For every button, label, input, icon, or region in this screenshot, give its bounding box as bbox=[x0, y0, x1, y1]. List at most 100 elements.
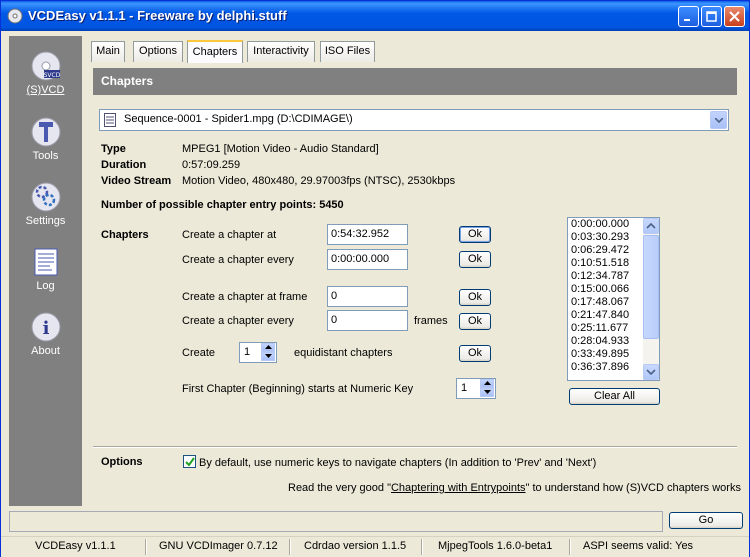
status-bar: VCDEasy v1.1.1 GNU VCDImager 0.7.12 Cdrd… bbox=[1, 536, 749, 557]
maximize-button[interactable] bbox=[701, 6, 722, 27]
status-divider bbox=[421, 539, 423, 555]
spin-up-button[interactable] bbox=[480, 379, 494, 388]
sidebar-item-svcd[interactable]: SVCD (S)VCD bbox=[9, 50, 82, 96]
status-cdrdao: Cdrdao version 1.1.5 bbox=[304, 540, 407, 552]
sequence-select[interactable]: Sequence-0001 - Spider1.mpg (D:\CDIMAGE\… bbox=[99, 109, 729, 131]
panel-title: Chapters bbox=[93, 68, 737, 95]
tools-icon bbox=[31, 117, 60, 147]
arrow-up-icon bbox=[484, 381, 491, 385]
tab-interactivity[interactable]: Interactivity bbox=[247, 41, 315, 62]
type-value: MPEG1 [Motion Video - Audio Standard] bbox=[182, 143, 379, 155]
sidebar-item-label: Log bbox=[36, 280, 55, 292]
sequence-select-value: Sequence-0001 - Spider1.mpg (D:\CDIMAGE\… bbox=[124, 113, 353, 125]
first-chapter-key-spinner[interactable]: 1 bbox=[456, 378, 496, 399]
chapters-section-label: Chapters bbox=[101, 229, 149, 241]
equidistant-count-value: 1 bbox=[244, 346, 251, 358]
chevron-down-icon bbox=[715, 118, 723, 123]
maximize-icon bbox=[706, 11, 717, 22]
sidebar-item-label: Tools bbox=[32, 150, 59, 162]
spin-up-button[interactable] bbox=[261, 343, 275, 352]
chevron-up-icon bbox=[646, 222, 656, 229]
status-mjpegtools: MjpegTools 1.6.0-beta1 bbox=[438, 540, 553, 552]
sidebar-item-settings[interactable]: Settings bbox=[9, 181, 82, 227]
sidebar: SVCD (S)VCD Tools Settings Log i About bbox=[9, 36, 82, 506]
status-version: VCDEasy v1.1.1 bbox=[35, 540, 116, 552]
progress-field bbox=[9, 511, 663, 532]
tab-main[interactable]: Main bbox=[91, 41, 125, 62]
sidebar-item-label: About bbox=[31, 345, 60, 357]
arrow-up-icon bbox=[265, 345, 272, 349]
create-label: Create bbox=[182, 347, 216, 359]
ok-button-at[interactable]: Ok bbox=[459, 226, 491, 243]
video-stream-value: Motion Video, 480x480, 29.97003fps (NTSC… bbox=[182, 175, 456, 187]
close-icon bbox=[729, 11, 740, 22]
go-button[interactable]: Go bbox=[669, 512, 743, 529]
ok-button-at-frame[interactable]: Ok bbox=[459, 289, 491, 306]
chapter-every-frames-input[interactable]: 0 bbox=[327, 310, 408, 331]
first-chapter-label: First Chapter (Beginning) starts at Nume… bbox=[182, 383, 414, 395]
title-bar[interactable]: VCDEasy v1.1.1 - Freeware by delphi.stuf… bbox=[1, 1, 749, 31]
status-vcdimager: GNU VCDImager 0.7.12 bbox=[159, 540, 278, 552]
tab-iso-files[interactable]: ISO Files bbox=[320, 41, 375, 62]
first-chapter-key-value: 1 bbox=[461, 382, 468, 394]
chaptering-link[interactable]: Chaptering with Entrypoints bbox=[391, 482, 526, 494]
settings-icon bbox=[31, 182, 60, 212]
chaptering-help-text: Read the very good "Chaptering with Entr… bbox=[288, 482, 741, 494]
chapter-at-input[interactable]: 0:54:32.952 bbox=[327, 224, 408, 245]
chapter-at-frame-input[interactable]: 0 bbox=[327, 286, 408, 307]
app-cd-icon bbox=[7, 8, 23, 24]
equidistant-count-spinner[interactable]: 1 bbox=[239, 342, 277, 363]
chapters-panel: Chapters Sequence-0001 - Spider1.mpg (D:… bbox=[91, 63, 747, 503]
duration-label: Duration bbox=[101, 159, 147, 171]
scroll-up-button[interactable] bbox=[643, 218, 659, 234]
info-icon: i bbox=[31, 312, 60, 342]
status-aspi: ASPI seems valid: Yes bbox=[583, 540, 694, 552]
create-every-frames-label: Create a chapter every bbox=[182, 315, 294, 327]
sidebar-item-label: Settings bbox=[25, 215, 66, 227]
sidebar-item-label: (S)VCD bbox=[26, 84, 65, 96]
video-stream-label: Video Stream bbox=[101, 175, 172, 187]
chevron-down-icon bbox=[646, 369, 656, 376]
close-button[interactable] bbox=[724, 6, 745, 27]
numeric-keys-checkbox[interactable] bbox=[183, 455, 196, 468]
create-at-label: Create a chapter at bbox=[182, 229, 277, 241]
cd-icon: SVCD bbox=[31, 51, 60, 81]
spin-down-button[interactable] bbox=[261, 352, 275, 361]
ok-button-every-frames[interactable]: Ok bbox=[459, 313, 491, 330]
tab-options[interactable]: Options bbox=[133, 41, 183, 62]
sidebar-item-tools[interactable]: Tools bbox=[9, 116, 82, 162]
dropdown-button[interactable] bbox=[710, 111, 727, 129]
type-label: Type bbox=[101, 143, 126, 155]
sidebar-item-about[interactable]: i About bbox=[9, 311, 82, 357]
ok-button-every[interactable]: Ok bbox=[459, 251, 491, 268]
chapter-every-input[interactable]: 0:00:00.000 bbox=[327, 249, 408, 270]
svg-text:i: i bbox=[42, 318, 49, 339]
svg-text:SVCD: SVCD bbox=[43, 72, 60, 79]
status-divider bbox=[145, 539, 147, 555]
sidebar-item-log[interactable]: Log bbox=[9, 246, 82, 292]
create-every-label: Create a chapter every bbox=[182, 254, 294, 266]
entry-points-count: Number of possible chapter entry points:… bbox=[101, 199, 344, 211]
frames-unit-label: frames bbox=[414, 315, 448, 327]
log-icon bbox=[34, 248, 57, 276]
minimize-button[interactable] bbox=[678, 6, 699, 27]
file-icon bbox=[104, 113, 116, 127]
checkmark-icon bbox=[185, 457, 195, 467]
chapter-list[interactable]: 0:00:00.000 0:03:30.293 0:06:29.472 0:10:51… bbox=[567, 217, 660, 381]
tab-chapters[interactable]: Chapters bbox=[187, 40, 243, 63]
scroll-thumb[interactable] bbox=[643, 235, 659, 339]
clear-all-button[interactable]: Clear All bbox=[569, 388, 660, 405]
spin-down-button[interactable] bbox=[480, 388, 494, 397]
separator bbox=[93, 446, 737, 448]
scroll-down-button[interactable] bbox=[643, 364, 659, 380]
app-window: VCDEasy v1.1.1 - Freeware by delphi.stuf… bbox=[0, 0, 750, 557]
equidistant-label: equidistant chapters bbox=[294, 347, 393, 359]
help-suffix: " to understand how (S)VCD chapters work… bbox=[525, 482, 741, 494]
status-divider bbox=[569, 539, 571, 555]
status-divider bbox=[289, 539, 291, 555]
ok-button-equidistant[interactable]: Ok bbox=[459, 345, 491, 362]
chapter-list-scrollbar[interactable] bbox=[643, 218, 659, 380]
arrow-down-icon bbox=[484, 390, 491, 394]
create-at-frame-label: Create a chapter at frame bbox=[182, 291, 308, 303]
minimize-icon bbox=[684, 19, 690, 21]
